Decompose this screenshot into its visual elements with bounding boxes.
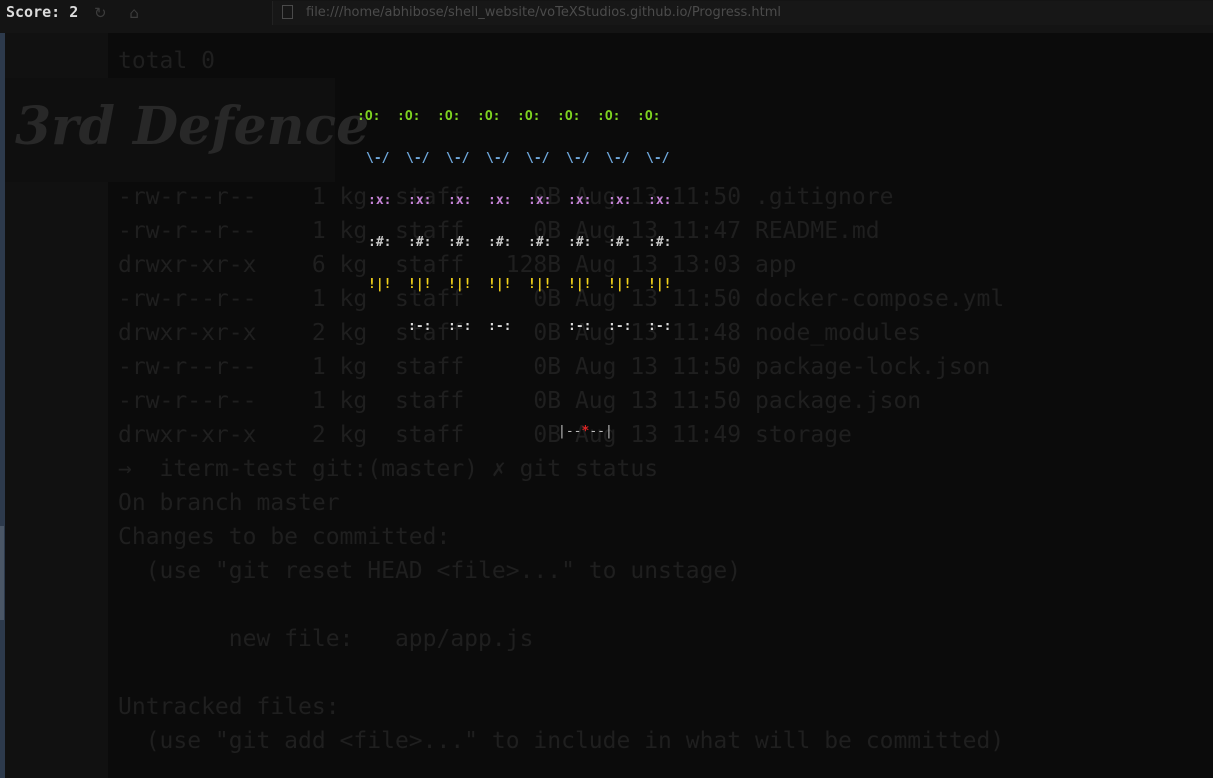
invader: :-: [608,319,632,334]
invader: :x: [448,193,472,208]
invader: :#: [568,235,592,250]
invader: \-/ [446,151,470,166]
invader: \-/ [526,151,550,166]
invader: !|! [608,277,632,292]
invader: :O: [357,109,381,124]
invader: :x: [488,193,512,208]
invader: :-: [648,319,672,334]
ship-left: |-- [558,424,582,439]
invader: \-/ [366,151,390,166]
invader: :#: [648,235,672,250]
invader: :-: [408,319,432,334]
invader: !|! [528,277,552,292]
invader: \-/ [646,151,670,166]
invader: :-: [448,319,472,334]
invader: :O: [477,109,501,124]
invader: :#: [528,235,552,250]
invader: \-/ [486,151,510,166]
invader: \-/ [406,151,430,166]
game-field[interactable]: :O: :O: :O: :O: :O: :O: :O: :O: \-/ \-/ \-/ \-/ \-/ \… [0,0,1213,778]
invader: !|! [568,277,592,292]
ship-right: --| [589,424,613,439]
invader: !|! [368,277,392,292]
invader: :x: [528,193,552,208]
invader: :x: [368,193,392,208]
invader: !|! [648,277,672,292]
invader: \-/ [606,151,630,166]
invader: :O: [557,109,581,124]
invader: :-: [488,319,512,334]
invader: :O: [597,109,621,124]
invader: \-/ [566,151,590,166]
invader: :x: [568,193,592,208]
invader: :O: [517,109,541,124]
invader: :x: [648,193,672,208]
invader: :O: [397,109,421,124]
invader: :O: [637,109,661,124]
invader: !|! [408,277,432,292]
invader: :#: [368,235,392,250]
invader: :-: [568,319,592,334]
invader: :#: [488,235,512,250]
invader: :#: [408,235,432,250]
invader: !|! [488,277,512,292]
player-ship[interactable]: |--*--| [558,424,613,439]
invader: !|! [448,277,472,292]
invader: :#: [608,235,632,250]
invader: :x: [608,193,632,208]
invader: :x: [408,193,432,208]
invader: :#: [448,235,472,250]
invader: :O: [437,109,461,124]
